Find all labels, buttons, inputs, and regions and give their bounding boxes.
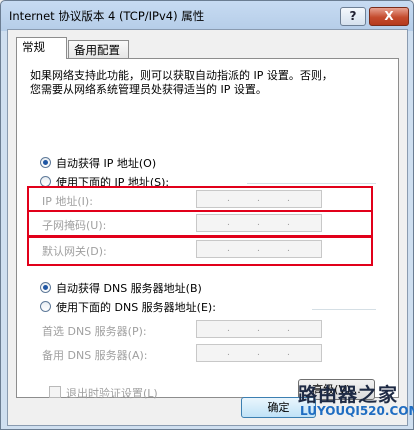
alternate-dns-input[interactable]: ... [196, 344, 322, 362]
ip-auto-radio[interactable] [40, 157, 51, 168]
subnet-mask-label: 子网掩码(U): [42, 219, 107, 232]
close-button[interactable]: X [369, 7, 409, 26]
help-button[interactable]: ? [340, 7, 366, 26]
ip-address-input[interactable]: ... [196, 190, 322, 208]
dns-auto-radio[interactable] [40, 282, 51, 293]
window-title: Internet 协议版本 4 (TCP/IPv4) 属性 [9, 9, 205, 23]
validate-on-exit-checkbox[interactable] [49, 386, 61, 398]
description-text: 如果网络支持此功能，则可以获取自动指派的 IP 设置。否则， 您需要从网络系统管… [30, 69, 390, 97]
validate-on-exit-label: 退出时验证设置(L) [66, 387, 158, 400]
dialog-client-area: 常规 备用配置 如果网络支持此功能，则可以获取自动指派的 IP 设置。否则， 您… [7, 29, 408, 426]
watermark-title: 路由器之家 [298, 384, 399, 406]
dns-group-line [312, 309, 376, 310]
preferred-dns-label: 首选 DNS 服务器(P): [42, 325, 147, 338]
subnet-mask-input[interactable]: ... [196, 214, 322, 232]
dns-auto-label[interactable]: 自动获得 DNS 服务器地址(B) [56, 280, 202, 296]
preferred-dns-input[interactable]: ... [196, 320, 322, 338]
general-tab-panel: 如果网络支持此功能，则可以获取自动指派的 IP 设置。否则， 您需要从网络系统管… [16, 58, 399, 400]
default-gateway-input[interactable]: ... [196, 240, 322, 258]
default-gateway-label: 默认网关(D): [42, 245, 107, 258]
dialog-window: Internet 协议版本 4 (TCP/IPv4) 属性 ? X 常规 备用配… [0, 0, 414, 430]
ip-address-label: IP 地址(I): [42, 195, 93, 208]
ip-group-line [247, 183, 376, 184]
dns-manual-label[interactable]: 使用下面的 DNS 服务器地址(E): [56, 299, 216, 315]
tab-alternate-configuration[interactable]: 备用配置 [68, 40, 129, 58]
title-bar[interactable]: Internet 协议版本 4 (TCP/IPv4) 属性 ? X [1, 1, 413, 29]
watermark-url: LUYOUQI520.COM [300, 404, 414, 418]
description-line-2: 您需要从网络系统管理员处获得适当的 IP 设置。 [30, 83, 267, 96]
dns-manual-radio[interactable] [40, 301, 51, 312]
tab-general[interactable]: 常规 [16, 37, 67, 59]
description-line-1: 如果网络支持此功能，则可以获取自动指派的 IP 设置。否则， [30, 69, 333, 82]
ip-auto-label[interactable]: 自动获得 IP 地址(O) [56, 155, 156, 171]
alternate-dns-label: 备用 DNS 服务器(A): [42, 349, 148, 362]
